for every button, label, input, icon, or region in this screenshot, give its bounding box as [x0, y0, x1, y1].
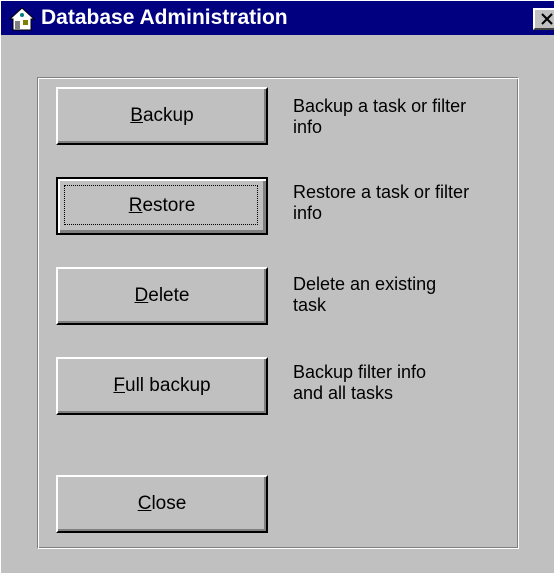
delete-description: Delete an existing task — [293, 274, 513, 316]
close-mnemonic: C — [137, 493, 152, 514]
full-backup-mnemonic: F — [113, 375, 126, 396]
title-bar[interactable]: Database Administration — [1, 1, 554, 35]
close-icon — [541, 13, 553, 25]
full-backup-button[interactable]: Full backup — [56, 357, 268, 415]
backup-description-line1: Backup a task or filter — [293, 96, 467, 116]
delete-label: elete — [148, 285, 190, 306]
database-administration-window: Database Administration Backup Backup a … — [0, 0, 554, 573]
backup-description-line2: info — [293, 117, 323, 137]
house-icon — [8, 7, 36, 31]
restore-button[interactable]: Restore — [56, 177, 268, 235]
delete-description-line2: task — [293, 295, 327, 315]
full-backup-description-line2: and all tasks — [293, 383, 394, 403]
close-label: lose — [151, 493, 187, 514]
restore-mnemonic: R — [128, 195, 143, 216]
delete-description-line1: Delete an existing — [293, 274, 437, 294]
close-button[interactable]: Close — [56, 475, 268, 533]
backup-description: Backup a task or filter info — [293, 96, 513, 138]
delete-button[interactable]: Delete — [56, 267, 268, 325]
restore-description-line1: Restore a task or filter — [293, 182, 470, 202]
restore-label: estore — [142, 195, 196, 216]
restore-description: Restore a task or filter info — [293, 182, 513, 224]
close-window-button[interactable] — [533, 8, 554, 30]
window-title: Database Administration — [41, 6, 288, 29]
full-backup-label: ull backup — [125, 375, 211, 396]
full-backup-description-line1: Backup filter info — [293, 362, 427, 382]
restore-description-line2: info — [293, 203, 323, 223]
backup-mnemonic: B — [130, 105, 143, 126]
backup-button[interactable]: Backup — [56, 87, 268, 145]
backup-label: ackup — [142, 105, 194, 126]
full-backup-description: Backup filter info and all tasks — [293, 362, 513, 404]
delete-mnemonic: D — [134, 285, 149, 306]
